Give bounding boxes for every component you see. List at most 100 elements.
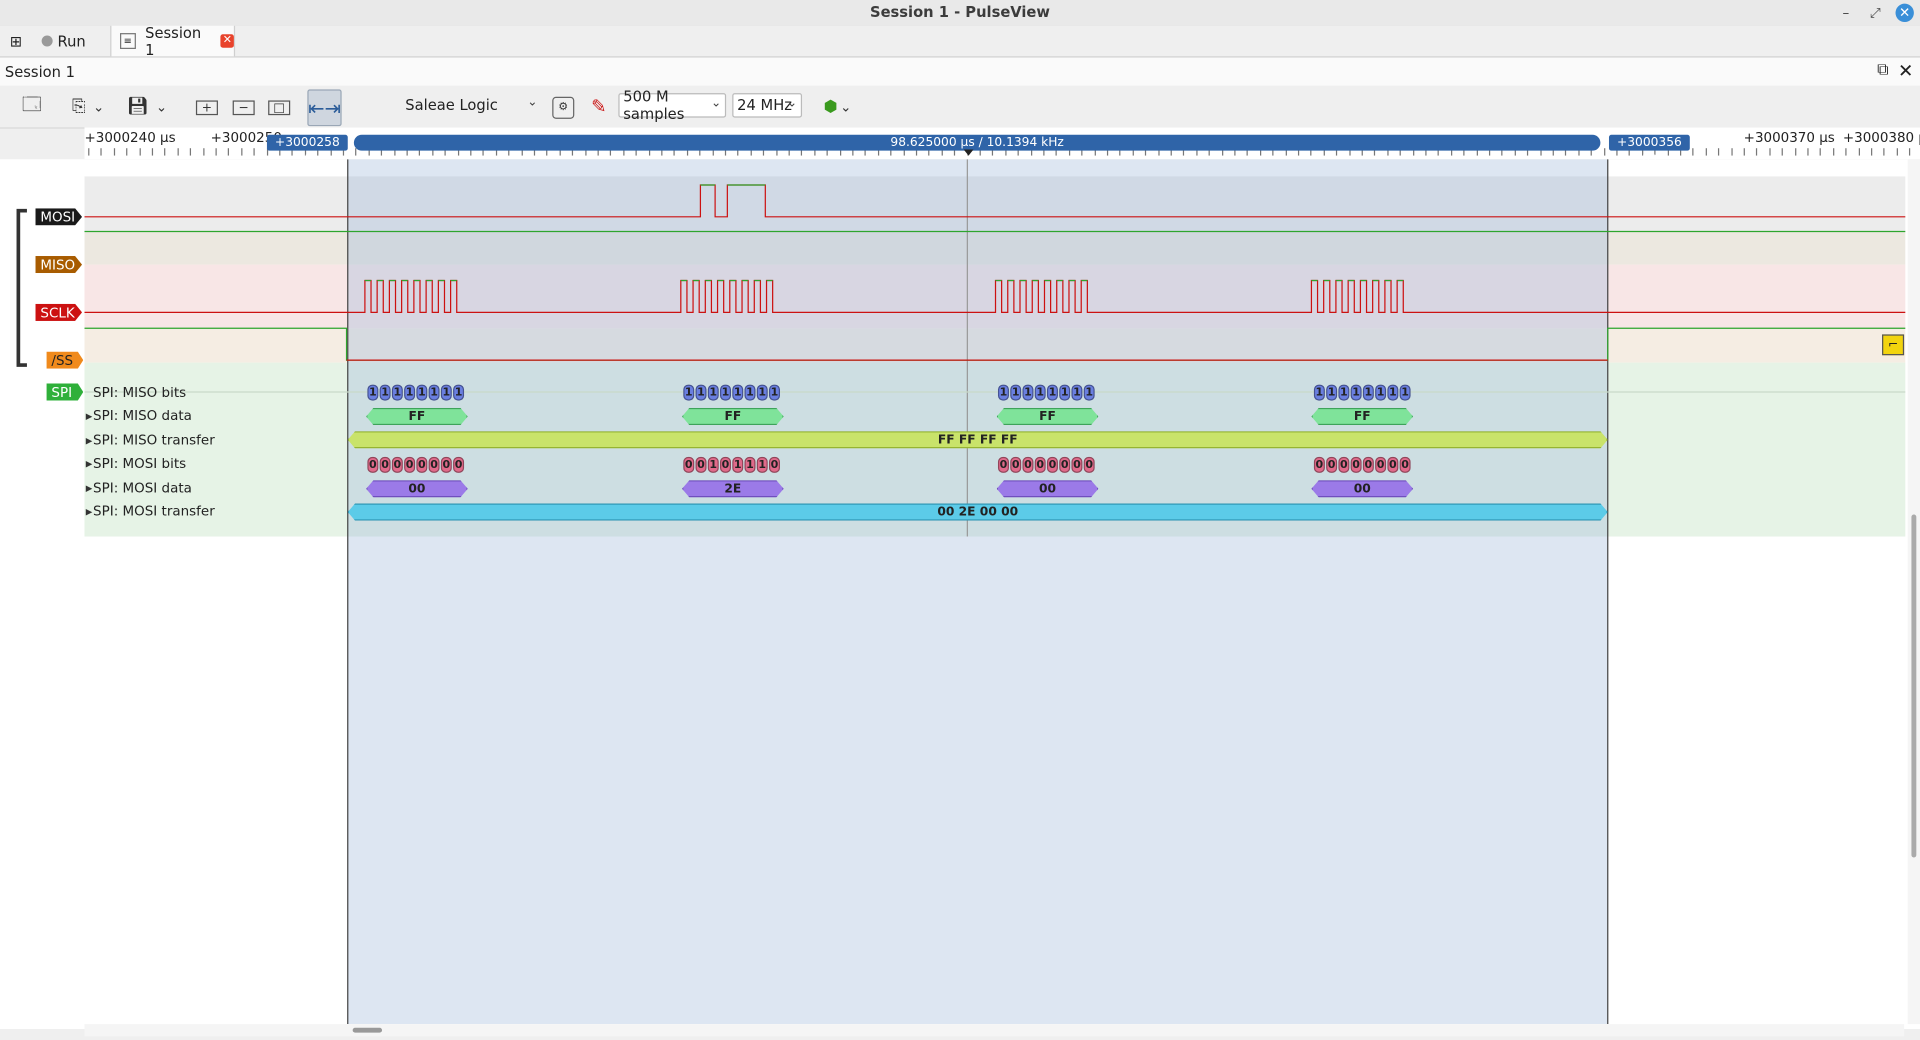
channel-tag-miso[interactable]: MISO [35, 256, 83, 274]
device-selector[interactable]: Saleae Logic ⌄ [394, 93, 541, 117]
bit-cell: 0 [1375, 456, 1387, 473]
samples-selector[interactable]: 500 M samples ⌄ [618, 88, 727, 122]
ruler-label: +3000380 µs [1842, 129, 1920, 146]
tab-bar: ⊞ Run ≡ Session 1 ✕ [0, 24, 1920, 58]
expand-triangle-icon[interactable]: ▶ [86, 507, 93, 517]
miso-data-pill[interactable]: FF [997, 408, 1099, 425]
row-label-mosi-transfer: SPI: MOSI transfer [93, 503, 215, 520]
vertical-scrollbar[interactable] [1907, 159, 1920, 1025]
tab-session-1[interactable]: ≡ Session 1 ✕ [110, 24, 236, 58]
bit-cell: 1 [1362, 384, 1374, 400]
configure-icon[interactable]: ⚙ [552, 96, 575, 119]
cursor-left-label[interactable]: +3000258 µs [266, 134, 348, 165]
horizontal-scrollbar[interactable] [84, 1024, 1905, 1037]
bit-cell: 0 [683, 456, 695, 473]
mosi-bits-pill[interactable]: 00000000 [365, 456, 468, 473]
bit-cell: 0 [768, 456, 781, 473]
miso-bits-pill[interactable]: 11111111 [1311, 383, 1414, 400]
vertical-scroll-thumb[interactable] [1911, 514, 1917, 858]
bit-cell: 0 [379, 456, 391, 473]
miso-bits-pill[interactable]: 11111111 [681, 383, 784, 400]
horizontal-scroll-thumb[interactable] [352, 1027, 383, 1033]
probe-icon[interactable]: ✎ [589, 93, 609, 120]
time-ruler[interactable]: +3000240 µs +3000250 +3000370 µs +300038… [84, 127, 1920, 165]
chevron-down-icon: ⌄ [710, 96, 722, 111]
bit-cell: 0 [1350, 456, 1362, 473]
new-view-icon[interactable]: 🗔 [20, 92, 44, 120]
ruler-tick [1730, 148, 1733, 156]
ruler-tick [1692, 148, 1694, 156]
ruler-tick [1603, 148, 1605, 156]
bit-cell: 0 [1034, 456, 1046, 473]
ruler-tick [139, 148, 141, 156]
miso-transfer-pill[interactable]: FF FF FF FF [348, 431, 1608, 448]
undock-icon[interactable]: ⧉ [1877, 61, 1888, 79]
mosi-bits-pill[interactable]: 00000000 [1311, 456, 1414, 473]
cursor-right-label[interactable]: +3000356 µs [1608, 134, 1690, 165]
mosi-data-pill[interactable]: 00 [1311, 480, 1413, 497]
mosi-transfer-pill[interactable]: 00 2E 00 00 [348, 503, 1608, 520]
zoom-out-icon[interactable]: − [232, 100, 255, 116]
bit-cell: 1 [379, 384, 391, 400]
expand-triangle-icon[interactable]: ▶ [86, 484, 93, 494]
miso-bits-pill[interactable]: 11111111 [996, 383, 1099, 400]
mosi-data-pill[interactable]: 00 [366, 480, 468, 497]
minimize-icon[interactable]: – [1837, 4, 1855, 22]
bit-cell: 1 [720, 384, 732, 400]
bit-cell: 1 [1059, 384, 1071, 400]
ruler-tick [1743, 148, 1745, 156]
miso-data-pill[interactable]: FF [1311, 408, 1413, 425]
new-session-icon[interactable]: ⊞ [5, 26, 27, 57]
bit-cell: 0 [1387, 456, 1399, 473]
row-label-miso-data: SPI: MISO data [93, 407, 192, 424]
mosi-data-pill[interactable]: 2E [682, 480, 784, 497]
ruler-tick [1705, 148, 1707, 156]
ruler-tick [177, 148, 179, 156]
bit-cell: 1 [756, 456, 768, 473]
channel-tag-mosi[interactable]: MOSI [35, 208, 83, 226]
bit-cell: 0 [367, 456, 379, 473]
miso-data-pill[interactable]: FF [682, 408, 784, 425]
open-button[interactable]: ⎘ ⌄ [64, 93, 113, 120]
ruler-tick [113, 148, 115, 156]
maximize-icon[interactable]: ⤢ [1866, 4, 1884, 22]
miso-bits-pill[interactable]: 11111111 [365, 383, 468, 400]
expand-triangle-icon[interactable]: ▶ [86, 412, 93, 422]
expand-triangle-icon[interactable]: ▶ [86, 436, 93, 446]
close-icon[interactable]: ✕ [1895, 3, 1914, 23]
close-session-icon[interactable]: ✕ [1898, 60, 1913, 82]
run-label: Run [57, 32, 86, 50]
tab-close-icon[interactable]: ✕ [220, 34, 234, 48]
cursor-span-bar[interactable]: 98.625000 µs / 10.1394 kHz [353, 134, 1601, 151]
add-decoder-button[interactable]: ⬢ ⌄ [820, 93, 854, 120]
bit-cell: 0 [1046, 456, 1058, 473]
miso-bits-value: 11111111 [1313, 384, 1412, 400]
bit-cell: 0 [997, 456, 1009, 473]
save-button[interactable]: 💾︎ ⌄ [122, 93, 171, 120]
trace-view[interactable]: MOSI MISO SCLK /SS SPI ⌐ SPI: MISO bits … [0, 159, 1920, 1029]
ruler-tick [1794, 148, 1796, 156]
ruler-tick [1781, 148, 1784, 156]
mosi-bits-pill[interactable]: 00101110 [681, 456, 784, 473]
mosi-data-pill[interactable]: 00 [997, 480, 1099, 497]
zoom-fit-icon[interactable]: □ [268, 100, 291, 116]
bit-cell: 1 [1022, 384, 1034, 400]
trigger-edge-icon[interactable]: ⌐ [1882, 334, 1905, 356]
expand-triangle-icon[interactable]: ▶ [86, 459, 93, 469]
cursor-toggle-icon[interactable]: ⇤⇥ [307, 89, 342, 127]
bit-cell: 1 [404, 384, 416, 400]
channel-tag-ss[interactable]: /SS [46, 351, 84, 369]
row-label-mosi-data: SPI: MOSI data [93, 480, 192, 497]
ruler-tick [1909, 148, 1911, 156]
channel-tag-sclk[interactable]: SCLK [35, 303, 83, 321]
mosi-bits-pill[interactable]: 00000000 [996, 456, 1099, 473]
bit-cell: 0 [404, 456, 416, 473]
ruler-tick [1807, 148, 1809, 156]
window-title: Session 1 - PulseView [870, 3, 1050, 21]
decoder-tag-spi[interactable]: SPI [46, 383, 84, 401]
run-button[interactable]: Run [41, 26, 86, 57]
miso-data-pill[interactable]: FF [366, 408, 468, 425]
samplerate-selector[interactable]: 24 MHz ⌄ [732, 93, 803, 118]
ruler-tick [126, 148, 128, 156]
zoom-in-icon[interactable]: + [195, 100, 218, 116]
